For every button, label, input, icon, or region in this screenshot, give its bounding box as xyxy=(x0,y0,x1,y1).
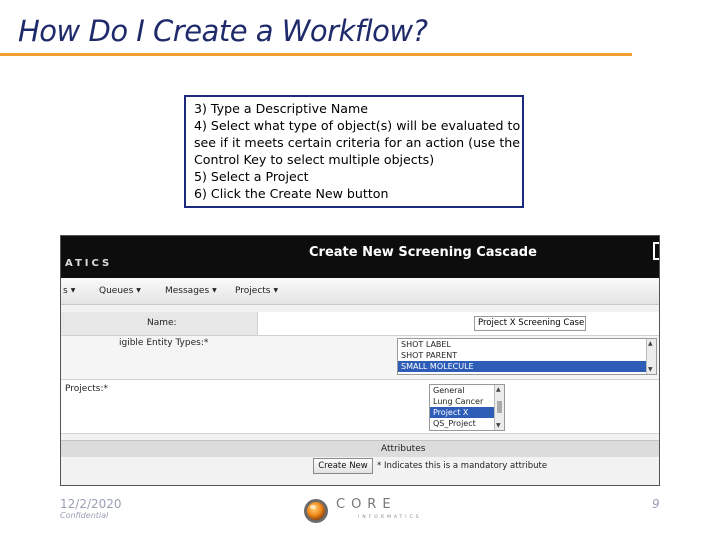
attributes-label: Attributes xyxy=(381,444,426,454)
core-informatics-logo: CORE INFORMATICS xyxy=(302,496,422,526)
instruction-line: 4) Select what type of object(s) will be… xyxy=(194,117,521,133)
nav-item-queues[interactable]: Queues ▼ xyxy=(99,286,141,296)
instruction-line: see if it meets certain criteria for an … xyxy=(194,134,521,150)
list-item[interactable]: Lung Cancer xyxy=(430,396,504,407)
logo-wordmark: CORE xyxy=(336,497,397,512)
app-brand: ATICS xyxy=(65,258,113,269)
app-nav-bar: s ▼ Queues ▼ Messages ▼ Projects ▼ xyxy=(61,278,659,305)
app-header: ATICS Create New Screening Cascade xyxy=(61,236,659,278)
nav-item-projects[interactable]: Projects ▼ xyxy=(235,286,278,296)
chevron-down-icon: ▼ xyxy=(70,287,76,294)
projects-label: Projects:* xyxy=(65,384,109,394)
chevron-down-icon: ▼ xyxy=(212,287,217,294)
footer-confidential: Confidential xyxy=(60,511,109,520)
window-edge xyxy=(653,242,659,260)
chevron-down-icon: ▼ xyxy=(136,287,141,294)
mandatory-note: * Indicates this is a mandatory attribut… xyxy=(377,461,548,471)
logo-subtitle: INFORMATICS xyxy=(358,515,422,520)
scroll-down-icon[interactable]: ▼ xyxy=(648,366,653,373)
scroll-thumb[interactable] xyxy=(497,401,502,413)
instruction-line: 6) Click the Create New button xyxy=(194,185,389,201)
list-item[interactable]: QS_Project xyxy=(430,418,504,429)
scroll-down-icon[interactable]: ▼ xyxy=(496,422,501,429)
chevron-down-icon: ▼ xyxy=(273,287,279,294)
name-label: Name: xyxy=(147,318,177,328)
attributes-section-header: Attributes xyxy=(61,440,659,457)
list-item-selected[interactable]: SMALL MOLECULE xyxy=(398,361,656,372)
slide-title: How Do I Create a Workflow? xyxy=(18,14,428,48)
projects-listbox[interactable]: General Lung Cancer Project X QS_Project… xyxy=(429,384,505,431)
name-row: Name: Project X Screening Case xyxy=(61,312,659,336)
scrollbar[interactable]: ▲ ▼ xyxy=(646,339,656,374)
list-item-selected[interactable]: Project X xyxy=(430,407,504,418)
list-item[interactable]: SHOT LABEL xyxy=(398,339,656,350)
scrollbar[interactable]: ▲ ▼ xyxy=(494,385,504,430)
footer-date: 12/2/2020 xyxy=(60,497,122,511)
scroll-up-icon[interactable]: ▲ xyxy=(496,386,501,393)
title-divider xyxy=(0,53,632,56)
entity-types-listbox[interactable]: SHOT LABEL SHOT PARENT SMALL MOLECULE ▲ … xyxy=(397,338,657,375)
list-item[interactable]: General xyxy=(430,385,504,396)
list-item[interactable]: SHOT PARENT xyxy=(398,350,656,361)
instruction-callout: 3) Type a Descriptive Name 4) Select wha… xyxy=(184,95,524,208)
instruction-line: Control Key to select multiple objects) xyxy=(194,151,435,167)
core-logo-icon xyxy=(304,499,328,523)
create-new-button[interactable]: Create New xyxy=(313,458,373,474)
name-value-cell: Project X Screening Case xyxy=(257,312,659,335)
app-screenshot: ATICS Create New Screening Cascade s ▼ Qu… xyxy=(60,235,660,486)
instruction-line: 3) Type a Descriptive Name xyxy=(194,101,368,116)
nav-item-partial[interactable]: s ▼ xyxy=(63,286,75,296)
scroll-up-icon[interactable]: ▲ xyxy=(648,340,653,347)
nav-item-messages[interactable]: Messages ▼ xyxy=(165,286,217,296)
entity-types-label: igible Entity Types:* xyxy=(119,338,209,348)
entity-types-row: igible Entity Types:* SHOT LABEL SHOT PA… xyxy=(61,336,659,380)
name-input[interactable]: Project X Screening Case xyxy=(474,316,586,331)
instruction-line: 5) Select a Project xyxy=(194,168,309,184)
page-number: 9 xyxy=(652,497,660,511)
page-heading: Create New Screening Cascade xyxy=(309,245,537,260)
projects-row: Projects:* General Lung Cancer Project X… xyxy=(61,380,659,434)
